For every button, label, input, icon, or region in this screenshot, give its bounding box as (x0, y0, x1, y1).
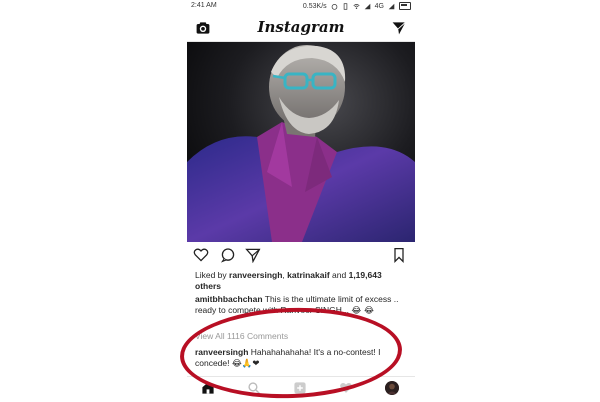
app-header: Instagram (187, 13, 415, 42)
likes-prefix: Liked by (195, 270, 230, 280)
comment: ranveersingh Hahahahahaha! It's a no-con… (195, 347, 407, 370)
bookmark-icon[interactable] (391, 247, 407, 263)
likes-others[interactable]: others (195, 281, 221, 291)
status-time: 2:41 AM (191, 2, 217, 9)
caption-username[interactable]: amitbhbachchan (195, 294, 263, 304)
wifi-icon (353, 3, 360, 9)
liker-link-2[interactable]: katrinakaif (287, 270, 330, 280)
share-icon[interactable] (245, 247, 261, 263)
comment-emoji: 😂🙏❤ (231, 359, 260, 369)
likes-sep2: and (329, 270, 349, 280)
alarm-icon (331, 3, 337, 10)
phone-screen: 2:41 AM 0.53K/s 4G Instagram Liked by ra… (187, 0, 415, 400)
instagram-logo: Instagram (257, 18, 345, 36)
add-post-icon[interactable] (293, 381, 307, 395)
search-icon[interactable] (247, 381, 261, 395)
signal-icon-2 (388, 3, 395, 9)
post-image[interactable] (187, 42, 415, 242)
activity-heart-icon[interactable] (339, 381, 353, 395)
signal-icon (364, 3, 370, 9)
network-speed: 0.53K/s (302, 2, 327, 10)
comment-icon[interactable] (220, 247, 236, 263)
post-actions (187, 245, 415, 265)
network-type: 4G (374, 2, 384, 10)
likes-count[interactable]: 1,19,643 (349, 270, 382, 280)
heart-icon[interactable] (193, 247, 209, 263)
status-right: 0.53K/s 4G (303, 2, 411, 10)
likes-line: Liked by ranveersingh, katrinakaif and 1… (195, 270, 407, 292)
post-photo (187, 42, 415, 242)
bottom-nav (187, 376, 415, 399)
status-bar: 2:41 AM 0.53K/s 4G (187, 0, 415, 13)
view-comments-link[interactable]: View All 1116 Comments (195, 331, 407, 342)
liker-link-1[interactable]: ranveersingh (229, 270, 282, 280)
profile-avatar[interactable] (385, 381, 399, 395)
comment-username[interactable]: ranveersingh (195, 347, 248, 357)
home-icon[interactable] (201, 381, 215, 395)
battery-icon (399, 2, 411, 10)
paper-plane-icon[interactable] (391, 20, 407, 36)
caption-emoji: 😂 😂 (351, 306, 374, 316)
vibrate-icon (343, 2, 347, 10)
caption: amitbhbachchan This is the ultimate limi… (195, 294, 407, 317)
